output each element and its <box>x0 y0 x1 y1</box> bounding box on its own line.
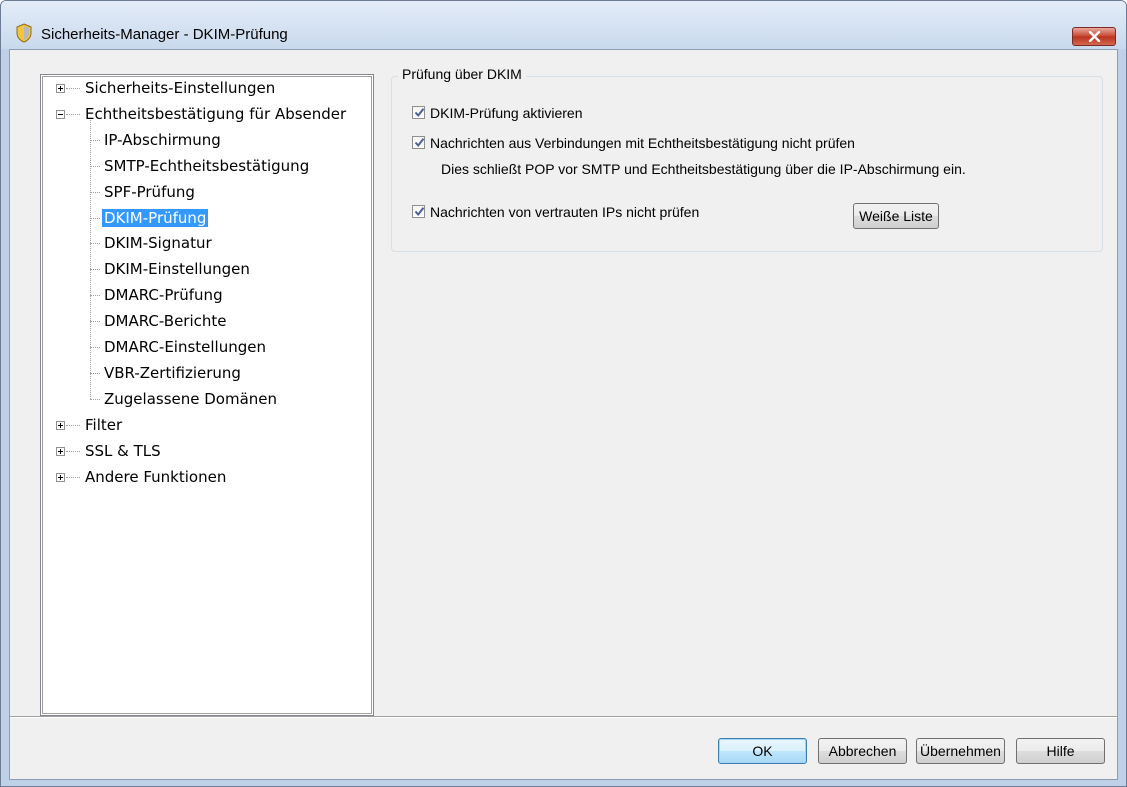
skip-authenticated-label: Nachrichten aus Verbindungen mit Echthei… <box>430 135 855 151</box>
enable-dkim-label: DKIM-Prüfung aktivieren <box>430 105 583 121</box>
close-button[interactable] <box>1072 27 1116 46</box>
checkmark-icon <box>414 108 425 118</box>
expand-icon[interactable] <box>56 446 65 456</box>
tree-item-label: DMARC-Prüfung <box>104 286 223 305</box>
expand-icon[interactable] <box>56 472 65 482</box>
tree-connector <box>66 424 80 427</box>
tree-item[interactable]: DMARC-Einstellungen <box>102 336 268 358</box>
cancel-button[interactable]: Abbrechen <box>818 738 907 764</box>
navigation-tree[interactable]: Sicherheits-Einstellungen Echtheitsbestät… <box>39 73 375 717</box>
tree-item[interactable]: Filter <box>83 414 124 436</box>
ok-button[interactable]: OK <box>718 738 807 764</box>
tree-item-label: DKIM-Signatur <box>104 234 212 253</box>
tree-connector <box>66 88 80 90</box>
tree-item-label: Echtheitsbestätigung für Absender <box>85 104 347 123</box>
collapse-icon[interactable] <box>56 109 65 119</box>
tree-item-label: DKIM-Einstellungen <box>104 260 250 279</box>
footer-separator <box>10 716 1117 718</box>
tree-item-label: Filter <box>85 415 123 434</box>
tree-connector <box>66 450 80 453</box>
tree-item-label: SSL & TLS <box>85 441 161 460</box>
tree-item-label: SPF-Prüfung <box>104 182 195 201</box>
help-button[interactable]: Hilfe <box>1016 738 1105 764</box>
tree-item[interactable]: Andere Funktionen <box>83 466 228 488</box>
shield-icon <box>16 23 32 43</box>
tree-item[interactable]: DKIM-Prüfung <box>102 207 209 229</box>
tree-item[interactable]: Echtheitsbestätigung für Absender <box>83 103 348 125</box>
tree-connector <box>66 476 80 479</box>
tree-item[interactable]: DKIM-Einstellungen <box>102 258 252 280</box>
tree-item-label: Zugelassene Domänen <box>104 389 278 408</box>
tree-item[interactable]: Zugelassene Domänen <box>102 388 279 410</box>
tree-item-label: Andere Funktionen <box>85 467 227 486</box>
whitelist-button[interactable]: Weiße Liste <box>853 203 939 229</box>
tree-item[interactable]: IP-Abschirmung <box>102 129 223 151</box>
tree-item-label: Sicherheits-Einstellungen <box>85 79 276 97</box>
tree-connector <box>90 119 92 399</box>
tree-item-label: DKIM-Prüfung <box>102 208 209 227</box>
tree-item-label: DMARC-Berichte <box>104 312 227 331</box>
dialog-client-area: Sicherheits-Einstellungen Echtheitsbestät… <box>9 49 1118 780</box>
skip-trusted-ips-checkbox[interactable] <box>412 205 425 218</box>
skip-trusted-ips-label: Nachrichten von vertrauten IPs nicht prü… <box>430 204 700 220</box>
tree-item-label: IP-Abschirmung <box>104 130 221 149</box>
tree-connector <box>66 113 80 116</box>
group-title: Prüfung über DKIM <box>398 66 526 82</box>
window-title: Sicherheits-Manager - DKIM-Prüfung <box>41 26 288 43</box>
tree-item[interactable]: DMARC-Berichte <box>102 310 229 332</box>
tree-connector <box>90 398 100 401</box>
tree-item[interactable]: VBR-Zertifizierung <box>102 362 243 384</box>
tree-item[interactable]: DKIM-Signatur <box>102 232 214 254</box>
checkmark-icon <box>414 138 425 148</box>
dialog-window: Sicherheits-Manager - DKIM-Prüfung Siche… <box>0 0 1127 787</box>
expand-icon[interactable] <box>56 84 65 93</box>
tree-item-label: VBR-Zertifizierung <box>104 363 241 382</box>
apply-button[interactable]: Übernehmen <box>916 738 1005 764</box>
tree-item-label: DMARC-Einstellungen <box>104 338 266 356</box>
tree-item[interactable]: DMARC-Prüfung <box>102 284 225 306</box>
info-text: Dies schließt POP vor SMTP und Echtheits… <box>441 161 966 177</box>
title-bar[interactable]: Sicherheits-Manager - DKIM-Prüfung <box>1 1 1126 49</box>
checkmark-icon <box>414 207 425 217</box>
tree-item-label: SMTP-Echtheitsbestätigung <box>104 156 310 175</box>
close-icon <box>1088 31 1101 42</box>
tree-item[interactable]: SSL & TLS <box>83 440 163 462</box>
skip-authenticated-checkbox[interactable] <box>412 136 425 149</box>
tree-item[interactable]: SPF-Prüfung <box>102 181 197 203</box>
tree-item[interactable]: Sicherheits-Einstellungen <box>83 77 277 99</box>
expand-icon[interactable] <box>56 420 65 430</box>
tree-item[interactable]: SMTP-Echtheitsbestätigung <box>102 155 311 177</box>
enable-dkim-checkbox[interactable] <box>412 106 425 119</box>
